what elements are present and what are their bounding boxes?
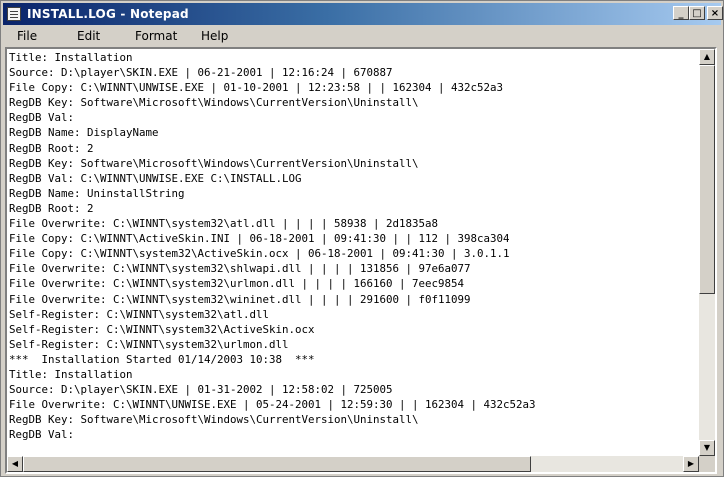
menu-file[interactable]: File [17, 29, 37, 43]
log-line: RegDB Name: UninstallString [9, 186, 185, 200]
size-grip[interactable] [699, 456, 715, 472]
notepad-window: INSTALL.LOG - Notepad _ □ × File Edit Fo… [0, 0, 724, 477]
log-line: RegDB Key: Software\Microsoft\Windows\Cu… [9, 413, 419, 427]
horizontal-scrollbar[interactable]: ◀ ▶ [7, 456, 699, 472]
menu-format[interactable]: Format [135, 29, 177, 43]
log-line: RegDB Root: 2 [9, 201, 94, 215]
log-line: Self-Register: C:\WINNT\system32\ActiveS… [9, 322, 315, 336]
log-line: File Overwrite: C:\WINNT\system32\shlwap… [9, 262, 471, 276]
horizontal-scroll-thumb[interactable] [23, 456, 531, 472]
menu-help[interactable]: Help [201, 29, 228, 43]
log-text-area[interactable]: Title: Installation Source: D:\player\SK… [9, 50, 699, 456]
log-line: RegDB Name: DisplayName [9, 126, 159, 140]
menu-bar: File Edit Format Help [3, 27, 721, 45]
scroll-right-arrow-icon[interactable]: ▶ [683, 456, 699, 472]
scroll-up-arrow-icon[interactable]: ▲ [699, 49, 715, 65]
log-line: File Copy: C:\WINNT\UNWISE.EXE | 01-10-2… [9, 81, 504, 95]
scroll-down-arrow-icon[interactable]: ▼ [699, 440, 715, 456]
log-line: Self-Register: C:\WINNT\system32\atl.dll [9, 307, 270, 321]
window-title: INSTALL.LOG - Notepad [27, 7, 189, 21]
log-line: RegDB Key: Software\Microsoft\Windows\Cu… [9, 96, 419, 110]
log-line: RegDB Val: C:\WINNT\UNWISE.EXE C:\INSTAL… [9, 171, 302, 185]
menu-edit[interactable]: Edit [77, 29, 100, 43]
minimize-button[interactable]: _ [673, 6, 689, 20]
notepad-icon[interactable] [7, 7, 21, 21]
log-line: File Overwrite: C:\WINNT\system32\atl.dl… [9, 217, 439, 231]
vertical-scrollbar[interactable]: ▲ ▼ [699, 49, 715, 456]
title-bar[interactable]: INSTALL.LOG - Notepad _ □ × [3, 3, 723, 25]
log-line: File Copy: C:\WINNT\ActiveSkin.INI | 06-… [9, 232, 510, 246]
log-line: File Overwrite: C:\WINNT\UNWISE.EXE | 05… [9, 398, 536, 412]
log-line: Source: D:\player\SKIN.EXE | 01-31-2002 … [9, 383, 393, 397]
log-line: Title: Installation [9, 367, 133, 381]
log-line: *** Installation Started 01/14/2003 10:3… [9, 352, 315, 366]
log-line: File Copy: C:\WINNT\system32\ActiveSkin.… [9, 247, 510, 261]
log-line: RegDB Root: 2 [9, 141, 94, 155]
log-line: Source: D:\player\SKIN.EXE | 06-21-2001 … [9, 66, 393, 80]
maximize-button[interactable]: □ [689, 6, 705, 20]
log-line: File Overwrite: C:\WINNT\system32\urlmon… [9, 277, 465, 291]
log-line: RegDB Key: Software\Microsoft\Windows\Cu… [9, 156, 419, 170]
text-editor[interactable]: Title: Installation Source: D:\player\SK… [5, 47, 717, 474]
close-button[interactable]: × [707, 6, 723, 20]
vertical-scroll-thumb[interactable] [699, 65, 715, 294]
scroll-left-arrow-icon[interactable]: ◀ [7, 456, 23, 472]
log-line: RegDB Val: [9, 111, 75, 125]
log-line: File Overwrite: C:\WINNT\system32\winine… [9, 292, 471, 306]
log-line: Self-Register: C:\WINNT\system32\urlmon.… [9, 337, 289, 351]
log-line: RegDB Val: [9, 428, 75, 442]
log-line: Title: Installation [9, 51, 133, 64]
